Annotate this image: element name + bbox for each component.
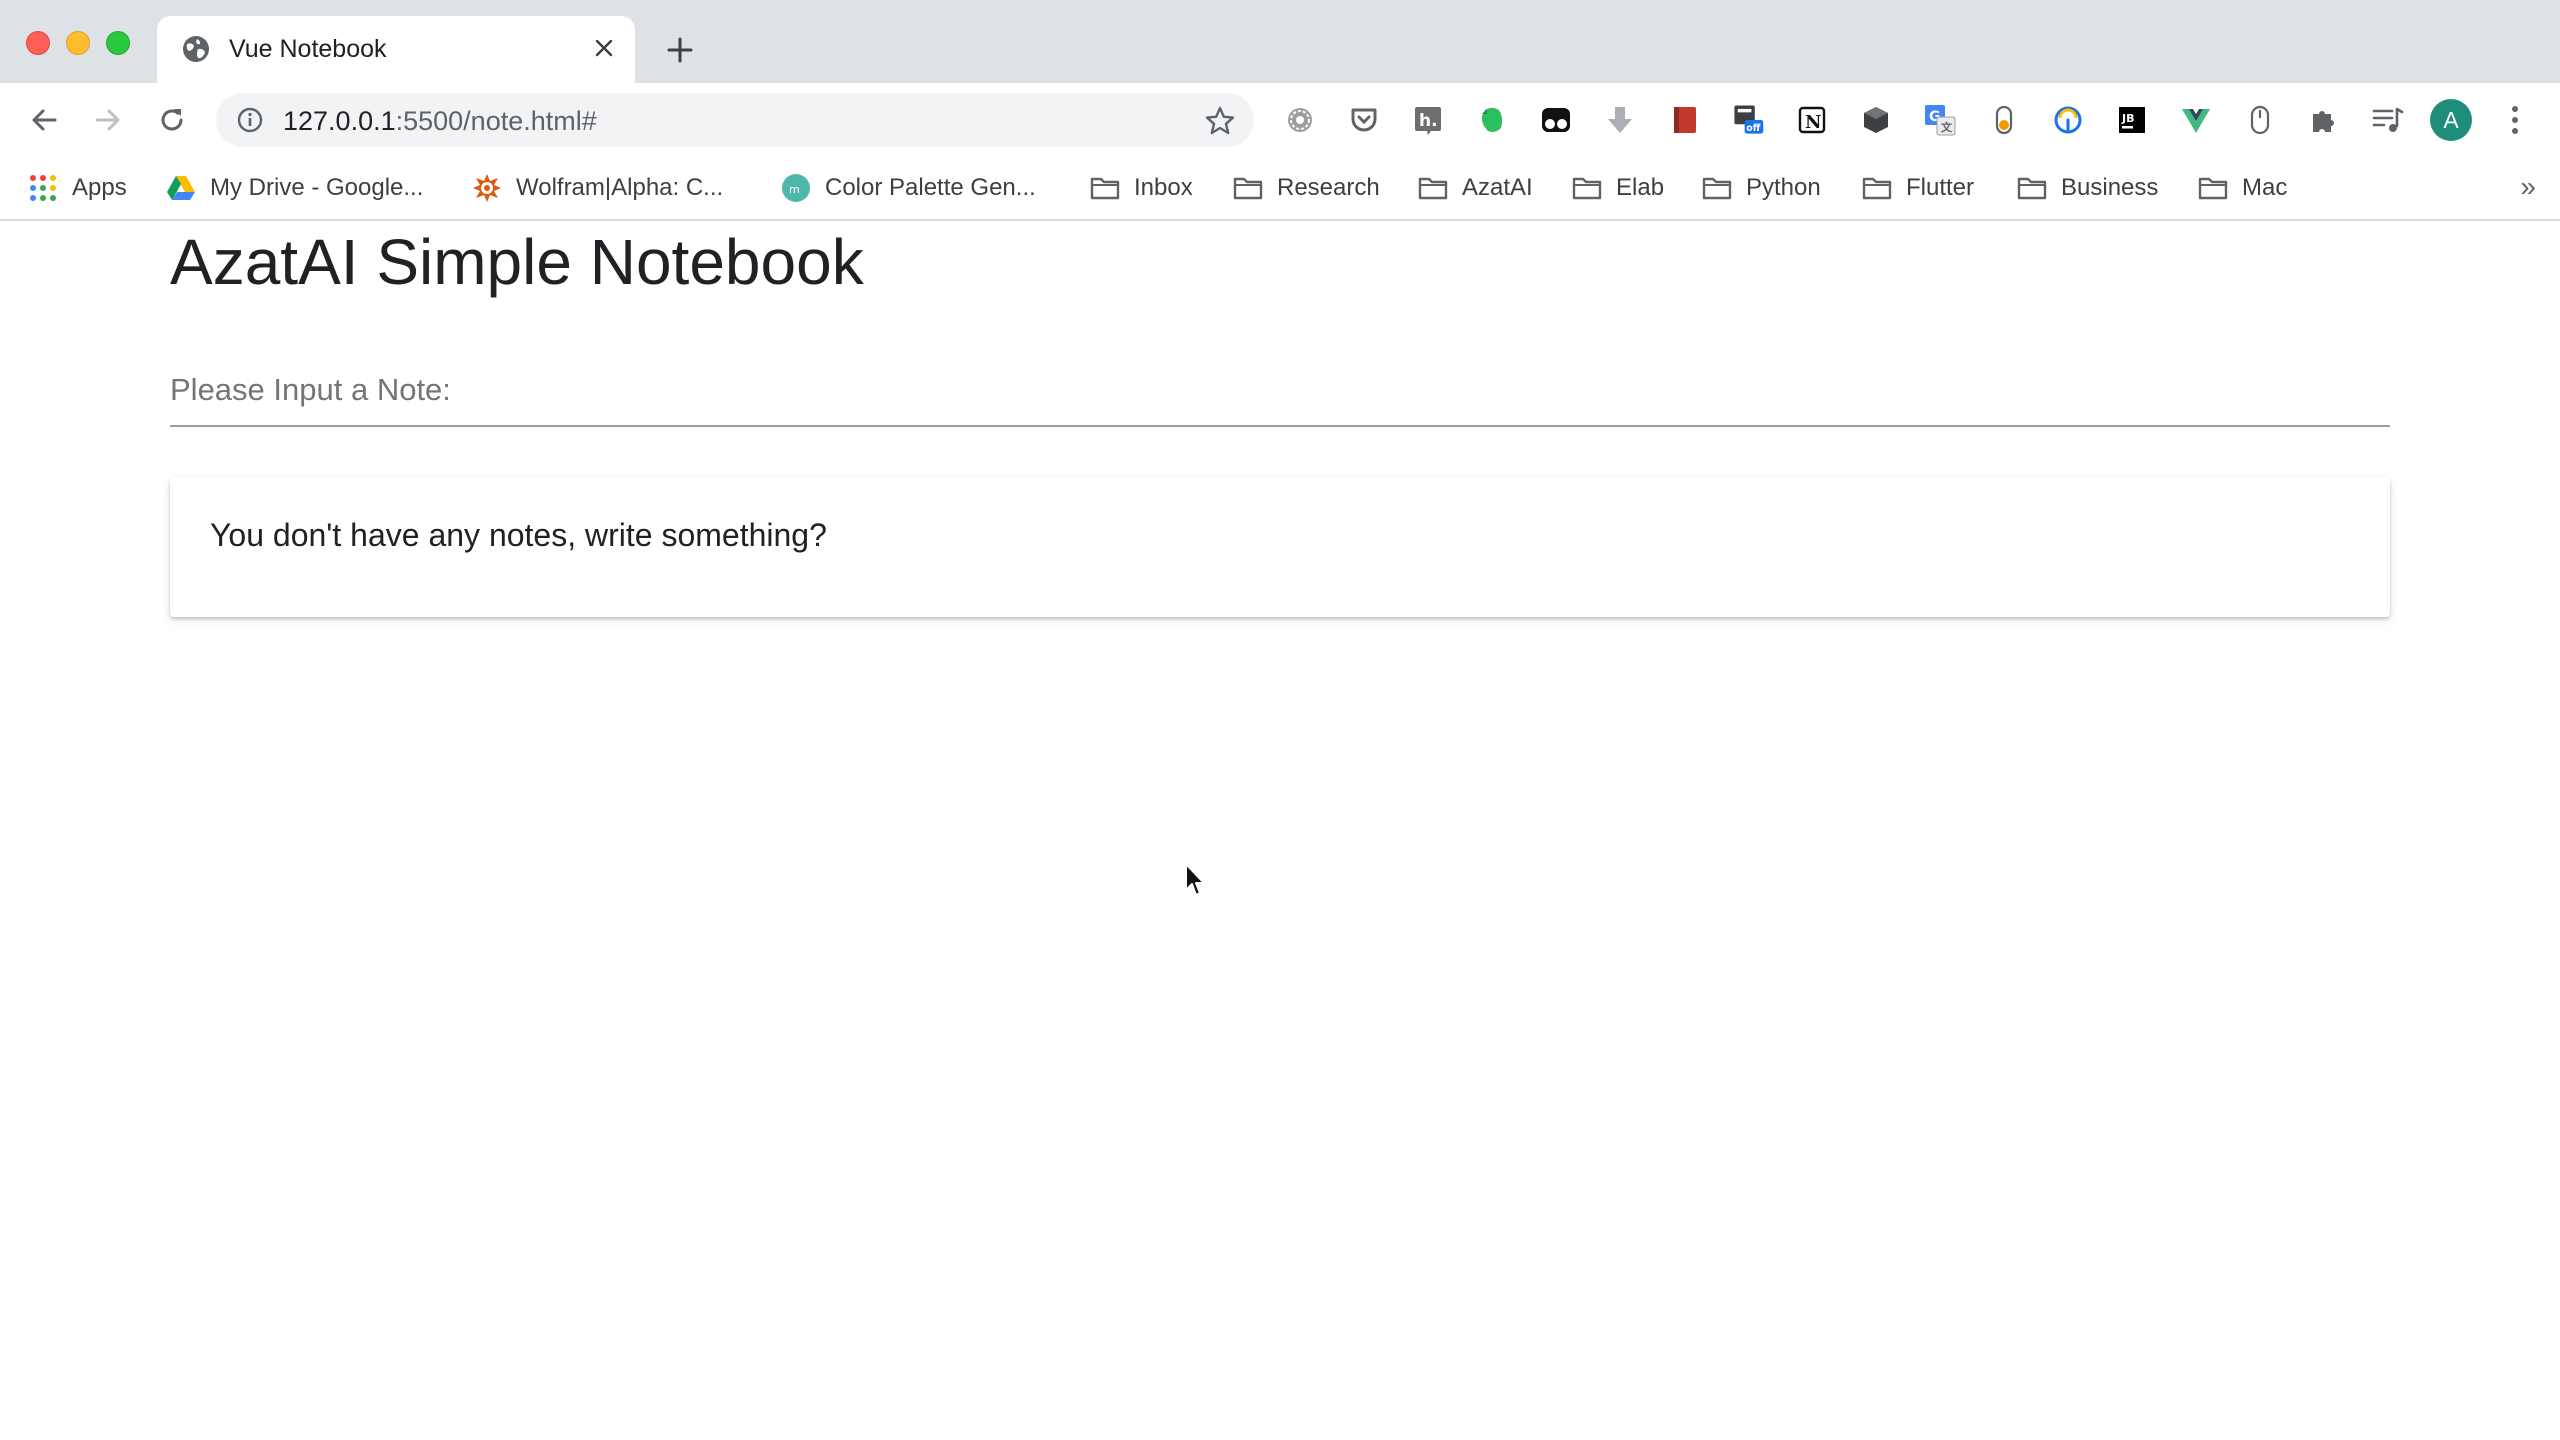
- bookmark-apps[interactable]: Apps: [28, 169, 127, 207]
- svg-text:JB: JB: [2121, 112, 2134, 125]
- page-title: AzatAI Simple Notebook: [170, 226, 864, 298]
- wolfram-icon: [472, 173, 502, 203]
- hypothesis-extension-icon[interactable]: h.: [1411, 103, 1445, 137]
- folder-icon: [1418, 173, 1448, 203]
- pocket-extension-icon[interactable]: [1347, 103, 1381, 137]
- folder-icon: [1090, 173, 1120, 203]
- new-tab-plus-icon[interactable]: [660, 30, 700, 70]
- close-window-button[interactable]: [26, 31, 50, 55]
- media-control-icon[interactable]: [2371, 103, 2405, 137]
- bookmark-label: Python: [1746, 174, 1821, 201]
- tab-close-icon[interactable]: [587, 31, 621, 65]
- forward-arrow-icon[interactable]: [88, 100, 128, 140]
- mouse-pointer-icon: [1185, 863, 1205, 896]
- notion-extension-icon[interactable]: N: [1795, 103, 1829, 137]
- bookmark-star-icon[interactable]: [1204, 105, 1236, 137]
- bookmark-label: Research: [1277, 174, 1380, 201]
- browser-menu-icon[interactable]: [2500, 100, 2530, 140]
- bookmark-label: Elab: [1616, 174, 1665, 201]
- svg-text:文: 文: [1941, 120, 1953, 134]
- note-input-field: [170, 357, 2390, 427]
- tab-title: Vue Notebook: [229, 35, 387, 63]
- bookmark-label: Apps: [72, 174, 127, 201]
- address-url[interactable]: 127.0.0.1:5500/note.html#: [283, 106, 597, 137]
- bookmark-label: Color Palette Gen...: [825, 174, 1036, 201]
- mouse-extension-icon[interactable]: [2243, 103, 2277, 137]
- bookmark-folder-azatai[interactable]: AzatAI: [1418, 169, 1533, 207]
- profile-avatar[interactable]: A: [2430, 99, 2472, 141]
- browser-toolbar: 127.0.0.1:5500/note.html# h. off N G文 JB…: [0, 83, 2560, 155]
- address-bar[interactable]: 127.0.0.1:5500/note.html#: [216, 93, 1254, 147]
- tampermonkey-extension-icon[interactable]: [1539, 103, 1573, 137]
- cube-extension-icon[interactable]: [1859, 103, 1893, 137]
- folder-icon: [1862, 173, 1892, 203]
- apps-grid-icon: [28, 173, 58, 203]
- bookmark-folder-python[interactable]: Python: [1702, 169, 1821, 207]
- bookmark-label: Wolfram|Alpha: C...: [516, 174, 724, 201]
- site-info-icon[interactable]: [236, 106, 264, 134]
- speedometer-extension-icon[interactable]: [2051, 103, 2085, 137]
- jetbrains-extension-icon[interactable]: JB: [2115, 103, 2149, 137]
- svg-text:N: N: [1805, 112, 1821, 133]
- zoom-window-button[interactable]: [106, 31, 130, 55]
- avatar-letter: A: [2443, 106, 2459, 133]
- folder-icon: [1572, 173, 1602, 203]
- bookmark-label: My Drive - Google...: [210, 174, 424, 201]
- book-extension-icon[interactable]: [1667, 103, 1701, 137]
- folder-icon: [2198, 173, 2228, 203]
- color-palette-icon: m: [781, 173, 811, 203]
- bookmark-label: Mac: [2242, 174, 2288, 201]
- address-path: :5500/note.html#: [395, 106, 597, 136]
- bookmark-folder-inbox[interactable]: Inbox: [1090, 169, 1193, 207]
- page-content: AzatAI Simple Notebook You don't have an…: [0, 221, 2560, 1440]
- svg-text:off: off: [1746, 123, 1760, 134]
- bookmark-label: Business: [2061, 174, 2159, 201]
- minimize-window-button[interactable]: [66, 31, 90, 55]
- evernote-extension-icon[interactable]: [1475, 103, 1509, 137]
- download-extension-icon[interactable]: [1603, 103, 1637, 137]
- bookmarks-bar: Apps My Drive - Google... Wolfram|Alpha:…: [0, 155, 2560, 221]
- bookmark-folder-mac[interactable]: Mac: [2198, 169, 2287, 207]
- svg-text:h.: h.: [1419, 111, 1438, 131]
- bookmark-label: AzatAI: [1462, 174, 1533, 201]
- gear-extension-icon[interactable]: [1283, 103, 1317, 137]
- empty-notes-card: You don't have any notes, write somethin…: [170, 477, 2390, 617]
- bookmark-label: Flutter: [1906, 174, 1975, 201]
- translate-extension-icon[interactable]: G文: [1923, 103, 1957, 137]
- vue-devtools-extension-icon[interactable]: [2179, 103, 2213, 137]
- globe-icon: [183, 36, 209, 62]
- folder-icon: [2017, 173, 2047, 203]
- svg-text:m: m: [789, 183, 800, 196]
- bookmark-color-palette[interactable]: m Color Palette Gen...: [781, 169, 1036, 207]
- tab-strip: Vue Notebook: [0, 0, 2560, 83]
- bookmark-folder-business[interactable]: Business: [2017, 169, 2158, 207]
- google-drive-icon: [166, 173, 196, 203]
- puzzle-extensions-icon[interactable]: [2307, 103, 2341, 137]
- bookmark-wolfram-alpha[interactable]: Wolfram|Alpha: C...: [472, 169, 723, 207]
- toggle-extension-icon[interactable]: [1987, 103, 2021, 137]
- bookmark-folder-flutter[interactable]: Flutter: [1862, 169, 1974, 207]
- folder-icon: [1233, 173, 1263, 203]
- bookmark-label: Inbox: [1134, 174, 1193, 201]
- bookmarks-overflow-chevron-icon[interactable]: »: [2520, 171, 2536, 203]
- bookmark-folder-elab[interactable]: Elab: [1572, 169, 1664, 207]
- bookmark-folder-research[interactable]: Research: [1233, 169, 1380, 207]
- bookmark-my-drive[interactable]: My Drive - Google...: [166, 169, 423, 207]
- off-badge-extension-icon[interactable]: off: [1731, 103, 1765, 137]
- reload-icon[interactable]: [152, 100, 192, 140]
- note-input[interactable]: [170, 365, 2390, 415]
- back-arrow-icon[interactable]: [24, 100, 64, 140]
- empty-notes-message: You don't have any notes, write somethin…: [210, 517, 827, 553]
- folder-icon: [1702, 173, 1732, 203]
- address-host: 127.0.0.1: [283, 106, 396, 136]
- tab-vue-notebook[interactable]: Vue Notebook: [157, 16, 635, 83]
